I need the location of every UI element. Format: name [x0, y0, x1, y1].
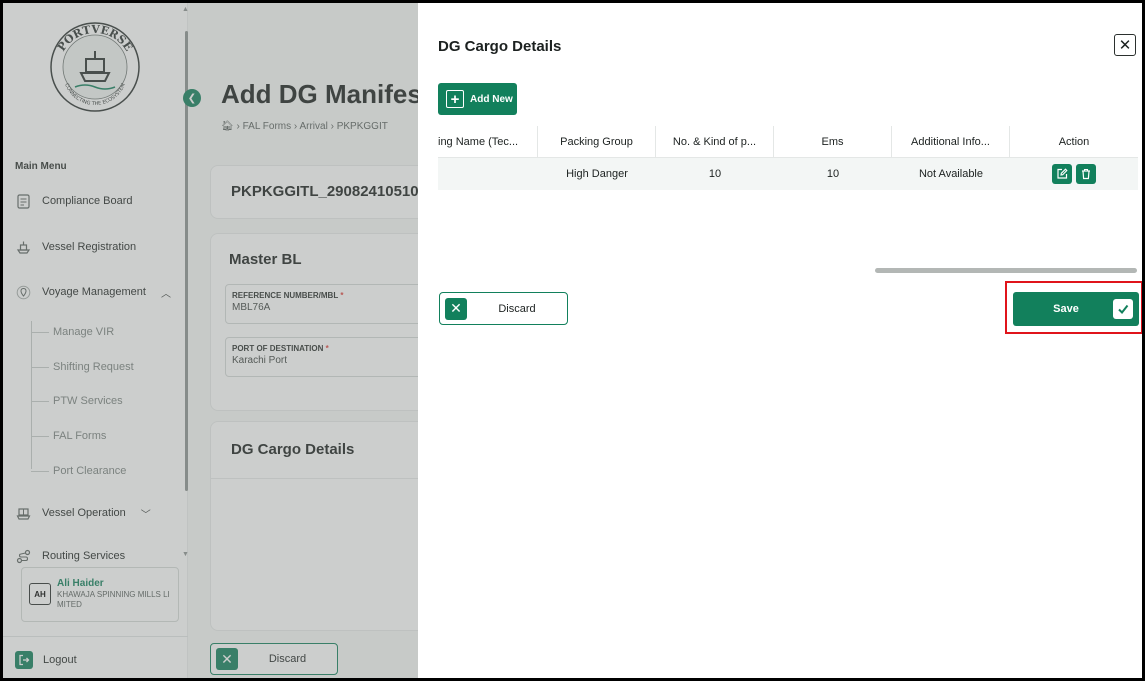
column-header[interactable]: Packing Group — [538, 126, 656, 157]
save-button[interactable]: Save — [1013, 292, 1139, 326]
table-header: ing Name (Tec... Packing Group No. & Kin… — [438, 126, 1138, 158]
table-cell: 10 — [708, 168, 722, 180]
add-new-label: Add New — [470, 93, 513, 105]
close-modal-button[interactable]: ✕ — [1114, 34, 1136, 56]
trash-icon — [1082, 168, 1090, 180]
app-frame: PORTVERSE CONNECTING THE ECOSYSTEM ▲ ▼ M… — [3, 3, 1142, 678]
table-row: High Danger 10 10 Not Available — [438, 158, 1138, 190]
modal-title: DG Cargo Details — [438, 38, 562, 55]
close-icon: ✕ — [445, 297, 467, 320]
column-header[interactable]: No. & Kind of p... — [656, 126, 774, 157]
modal-backdrop[interactable] — [3, 3, 418, 678]
action-cell — [1010, 158, 1138, 190]
table-cell: High Danger — [566, 168, 628, 180]
table-horizontal-scrollbar[interactable] — [875, 268, 1137, 273]
edit-button[interactable] — [1052, 164, 1072, 184]
table-cell: 10 — [826, 168, 840, 180]
plus-icon: + — [446, 90, 464, 108]
column-header: Action — [1058, 135, 1090, 148]
column-header[interactable]: ing Name (Tec... — [438, 126, 538, 157]
dg-cargo-table: ing Name (Tec... Packing Group No. & Kin… — [438, 126, 1138, 190]
add-new-button[interactable]: + Add New — [438, 83, 517, 115]
close-icon: ✕ — [1118, 37, 1132, 54]
discard-label: Discard — [498, 302, 536, 315]
table-cell: Not Available — [918, 168, 983, 180]
save-label: Save — [1053, 303, 1079, 315]
edit-icon — [1057, 168, 1068, 179]
column-header[interactable]: Ems — [774, 126, 892, 157]
checkmark-icon — [1113, 299, 1133, 319]
table-cell — [438, 158, 538, 190]
dg-cargo-details-modal: DG Cargo Details ✕ + Add New ing Name (T… — [418, 3, 1142, 678]
discard-button[interactable]: ✕ Discard — [439, 292, 568, 325]
delete-button[interactable] — [1076, 164, 1096, 184]
column-header[interactable]: Additional Info... — [892, 126, 1010, 157]
